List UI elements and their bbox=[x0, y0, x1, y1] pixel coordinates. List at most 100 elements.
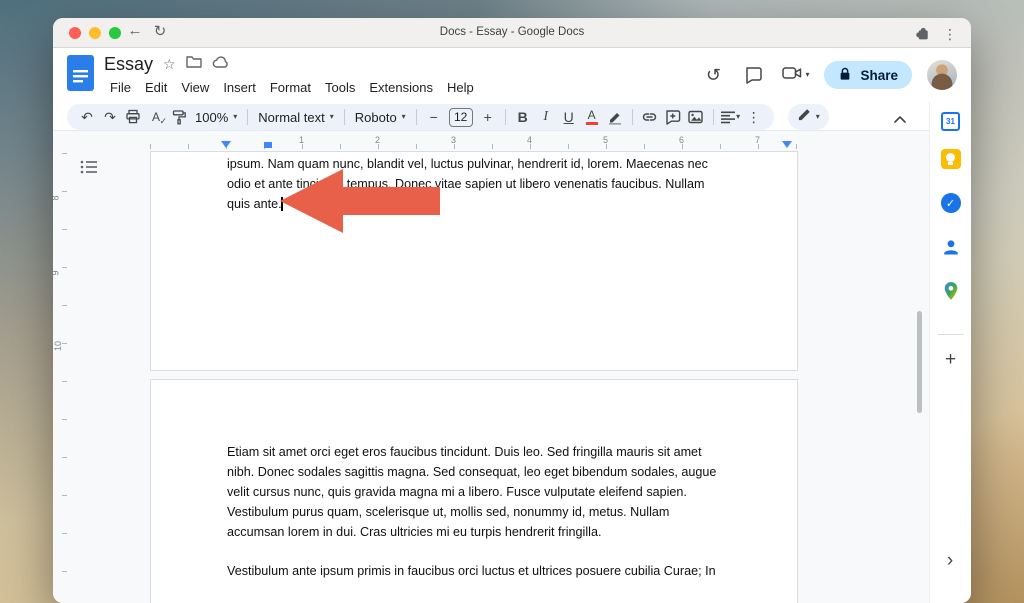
menu-view[interactable]: View bbox=[175, 79, 215, 96]
video-camera-icon bbox=[782, 65, 802, 86]
text-line[interactable]: nibh. Donec sodales sagittis magna. Sed … bbox=[227, 462, 716, 482]
ruler-number: 1 bbox=[299, 135, 304, 145]
move-folder-icon[interactable] bbox=[186, 54, 202, 74]
underline-button[interactable]: U bbox=[558, 106, 580, 128]
left-indent-marker[interactable] bbox=[221, 141, 231, 148]
menu-tools[interactable]: Tools bbox=[319, 79, 361, 96]
menu-format[interactable]: Format bbox=[264, 79, 317, 96]
document-page-1[interactable]: ipsum. Nam quam nunc, blandit vel, luctu… bbox=[150, 151, 798, 371]
menu-file[interactable]: File bbox=[104, 79, 137, 96]
text-line[interactable]: Etiam sit amet orci eget eros faucibus t… bbox=[227, 442, 716, 462]
font-select[interactable]: Roboto▾ bbox=[351, 110, 410, 125]
google-docs-icon[interactable] bbox=[67, 55, 94, 96]
right-indent-marker[interactable] bbox=[782, 141, 792, 148]
more-options-icon[interactable]: ⋮ bbox=[743, 106, 765, 128]
add-addon-button[interactable]: + bbox=[945, 349, 956, 371]
chevron-down-icon: ▾ bbox=[816, 113, 820, 121]
toolbar-divider bbox=[344, 109, 345, 125]
keep-icon[interactable] bbox=[940, 148, 962, 170]
print-icon[interactable] bbox=[122, 106, 144, 128]
menu-insert[interactable]: Insert bbox=[217, 79, 262, 96]
window-title: Docs - Essay - Google Docs bbox=[53, 26, 971, 38]
ruler-number: 9 bbox=[53, 270, 61, 275]
rail-divider bbox=[938, 334, 964, 335]
ruler-number: 4 bbox=[527, 135, 532, 145]
chevron-down-icon: ▾ bbox=[736, 113, 740, 121]
bold-button[interactable]: B bbox=[512, 106, 534, 128]
share-button[interactable]: Share bbox=[824, 61, 912, 89]
comments-icon[interactable] bbox=[741, 62, 767, 88]
title-block: Essay ☆ File Edit View Insert Format Too… bbox=[104, 52, 480, 98]
text-color-button[interactable]: A bbox=[581, 106, 603, 128]
ruler-number: 10 bbox=[53, 341, 63, 351]
paint-format-icon[interactable] bbox=[168, 106, 190, 128]
account-avatar[interactable] bbox=[927, 60, 957, 90]
meet-camera-control[interactable]: ▾ bbox=[782, 65, 809, 86]
hide-menus-chevron-up-icon[interactable] bbox=[889, 108, 911, 130]
text-line[interactable]: velit cursus nunc, quis gravida magna mi… bbox=[227, 482, 716, 502]
ruler-number: 2 bbox=[375, 135, 380, 145]
menu-help[interactable]: Help bbox=[441, 79, 480, 96]
italic-button[interactable]: I bbox=[535, 106, 557, 128]
toolbar-pill: ↶ ↷ A✓ 100%▾ Normal text▾ bbox=[67, 104, 774, 130]
chevron-down-icon: ▾ bbox=[805, 71, 809, 79]
docs-header: Essay ☆ File Edit View Insert Format Too… bbox=[53, 48, 971, 102]
document-canvas: 1 2 3 4 5 6 7 8 9 10 ipsum. Nam quam nun… bbox=[53, 130, 929, 603]
toolbar: ↶ ↷ A✓ 100%▾ Normal text▾ bbox=[67, 104, 829, 130]
vertical-scrollbar[interactable] bbox=[917, 311, 922, 413]
add-comment-icon[interactable] bbox=[662, 106, 684, 128]
calendar-icon[interactable]: 31 bbox=[940, 110, 962, 132]
decrease-font-size-button[interactable]: − bbox=[423, 106, 445, 128]
toolbar-divider bbox=[505, 109, 506, 125]
text-line[interactable]: Vestibulum ante ipsum primis in faucibus… bbox=[227, 561, 716, 581]
annotation-arrow bbox=[280, 166, 440, 241]
ruler-number: 3 bbox=[451, 135, 456, 145]
redo-icon[interactable]: ↷ bbox=[99, 106, 121, 128]
browser-menu-icon[interactable]: ⋮ bbox=[943, 26, 957, 43]
undo-icon[interactable]: ↶ bbox=[76, 106, 98, 128]
paragraph-style-select[interactable]: Normal text▾ bbox=[254, 110, 337, 125]
contacts-icon[interactable] bbox=[940, 236, 962, 258]
vertical-ruler bbox=[62, 153, 67, 583]
extensions-puzzle-icon[interactable] bbox=[913, 23, 931, 46]
chevron-down-icon: ▾ bbox=[402, 113, 406, 121]
tasks-icon[interactable]: ✓ bbox=[940, 192, 962, 214]
toolbar-divider bbox=[247, 109, 248, 125]
first-line-indent-marker[interactable] bbox=[264, 142, 272, 148]
chevron-down-icon: ▾ bbox=[330, 113, 334, 121]
pencil-icon bbox=[797, 107, 812, 127]
page2-paragraph-2[interactable]: Vestibulum ante ipsum primis in faucibus… bbox=[227, 561, 716, 581]
menu-extensions[interactable]: Extensions bbox=[363, 79, 439, 96]
header-actions: ↺ ▾ Share bbox=[700, 60, 957, 90]
editing-mode-pill[interactable]: ▾ bbox=[788, 104, 829, 130]
horizontal-ruler[interactable] bbox=[150, 144, 798, 149]
align-control[interactable]: ▾ bbox=[720, 106, 742, 128]
star-icon[interactable]: ☆ bbox=[163, 57, 176, 71]
spellcheck-icon[interactable]: A✓ bbox=[145, 106, 167, 128]
lock-icon bbox=[838, 66, 852, 84]
zoom-select[interactable]: 100%▾ bbox=[191, 110, 241, 125]
maps-icon[interactable] bbox=[940, 280, 962, 302]
ruler-number: 7 bbox=[755, 135, 760, 145]
font-size-input[interactable]: 12 bbox=[449, 108, 473, 127]
ruler-number: 8 bbox=[53, 195, 61, 200]
toolbar-divider bbox=[416, 109, 417, 125]
text-line[interactable]: Vestibulum purus quam, scelerisque ut, m… bbox=[227, 502, 716, 522]
document-outline-icon[interactable] bbox=[79, 157, 99, 177]
increase-font-size-button[interactable]: + bbox=[477, 106, 499, 128]
page2-paragraph-1[interactable]: Etiam sit amet orci eget eros faucibus t… bbox=[227, 442, 716, 542]
titlebar: ← ↻ Docs - Essay - Google Docs ⋮ bbox=[53, 18, 971, 48]
document-page-2[interactable]: Etiam sit amet orci eget eros faucibus t… bbox=[150, 379, 798, 603]
text-line[interactable]: accumsan lorem in dui. Cras ultricies mi… bbox=[227, 522, 716, 542]
cloud-saved-icon[interactable] bbox=[212, 55, 229, 74]
highlight-color-icon[interactable] bbox=[604, 106, 626, 128]
chevron-down-icon: ▾ bbox=[233, 113, 237, 121]
side-panel-rail: 31 ✓ + bbox=[929, 102, 971, 603]
version-history-icon[interactable]: ↺ bbox=[700, 62, 726, 88]
insert-link-icon[interactable] bbox=[639, 106, 661, 128]
menu-edit[interactable]: Edit bbox=[139, 79, 173, 96]
insert-image-icon[interactable] bbox=[685, 106, 707, 128]
menu-bar: File Edit View Insert Format Tools Exten… bbox=[104, 76, 480, 98]
document-title[interactable]: Essay bbox=[104, 54, 153, 75]
side-panel-collapse-chevron[interactable]: › bbox=[937, 548, 963, 574]
